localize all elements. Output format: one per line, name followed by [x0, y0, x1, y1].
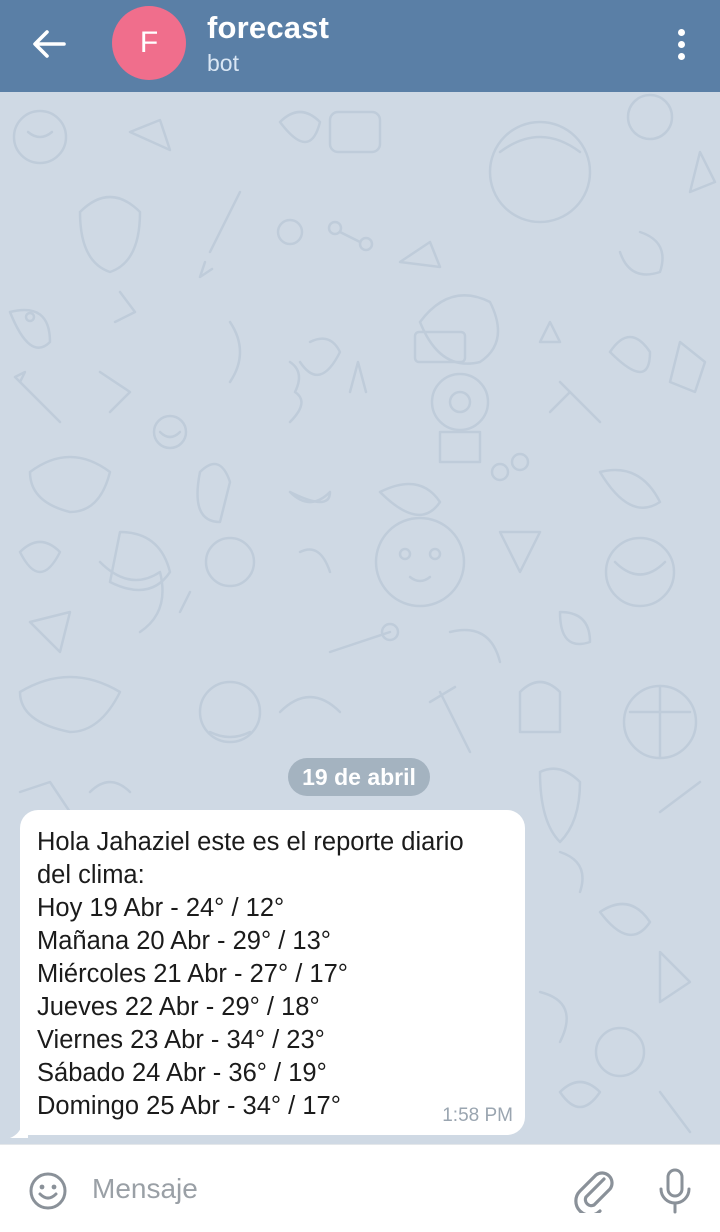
bubble-tail: [10, 1124, 28, 1138]
chat-header: F forecast bot: [0, 0, 720, 92]
message-line: Mañana 20 Abr - 29° / 13°: [37, 927, 331, 955]
more-vertical-icon-dot: [677, 52, 685, 60]
more-vertical-icon: [677, 28, 685, 36]
more-vertical-icon-dot: [677, 40, 685, 48]
message-line: Domingo 25 Abr - 34° / 17°: [37, 1092, 341, 1120]
paperclip-icon[interactable]: [574, 1169, 616, 1213]
smiley-icon[interactable]: [28, 1171, 68, 1211]
incoming-message-bubble[interactable]: Hola Jahaziel este es el reporte diario …: [20, 810, 525, 1135]
chat-subtitle: bot: [207, 50, 239, 76]
message-line: del clima:: [37, 861, 145, 889]
message-line: Hola Jahaziel este es el reporte diario: [37, 828, 464, 856]
chat-area[interactable]: 19 de abril Hola Jahaziel este es el rep…: [0, 92, 720, 1144]
message-input-bar: [0, 1144, 720, 1232]
message-line: Sábado 24 Abr - 36° / 19°: [37, 1059, 327, 1087]
arrow-left-icon: [33, 30, 66, 58]
message-text: Hola Jahaziel este es el reporte diario …: [37, 826, 507, 1123]
message-input[interactable]: [92, 1165, 552, 1213]
back-button[interactable]: [24, 22, 74, 66]
microphone-icon[interactable]: [656, 1167, 694, 1215]
message-line: Miércoles 21 Abr - 27° / 17°: [37, 960, 348, 988]
message-line: Viernes 23 Abr - 34° / 23°: [37, 1026, 325, 1054]
message-line: Jueves 22 Abr - 29° / 18°: [37, 993, 320, 1021]
message-timestamp: 1:58 PM: [442, 1105, 513, 1126]
chat-title[interactable]: forecast: [207, 10, 329, 46]
message-line: Hoy 19 Abr - 24° / 12°: [37, 894, 285, 922]
avatar[interactable]: F: [112, 6, 186, 80]
date-separator: 19 de abril: [288, 758, 430, 796]
more-options-button[interactable]: [666, 22, 696, 66]
